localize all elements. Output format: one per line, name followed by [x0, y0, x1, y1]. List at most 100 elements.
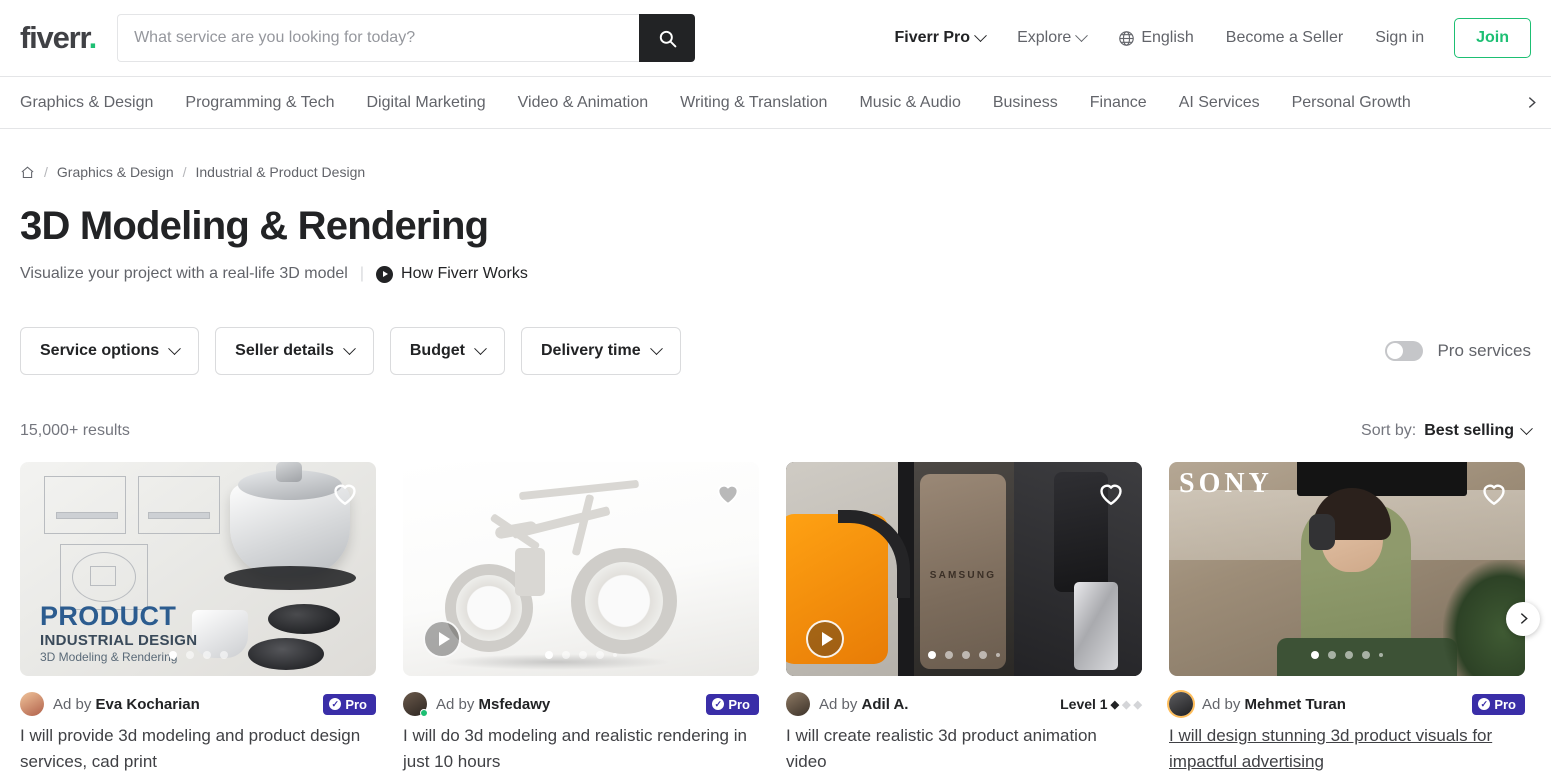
category-video-animation[interactable]: Video & Animation [518, 94, 648, 112]
carousel-dot[interactable] [1362, 651, 1370, 659]
search-button[interactable] [639, 14, 696, 62]
carousel-dot[interactable] [613, 653, 617, 657]
overlay-line-2: INDUSTRIAL DESIGN [40, 631, 198, 649]
product-render [224, 566, 356, 590]
carousel-dots [786, 651, 1142, 659]
gig-title[interactable]: I will design stunning 3d product visual… [1169, 723, 1525, 776]
filter-budget[interactable]: Budget [389, 327, 505, 375]
category-ai-services[interactable]: AI Services [1179, 94, 1260, 112]
badge-label: Pro [345, 696, 367, 712]
product-render [515, 548, 545, 596]
ad-by-prefix: Ad by [53, 695, 92, 713]
carousel-dot[interactable] [1345, 651, 1353, 659]
breadcrumb: / Graphics & Design / Industrial & Produ… [20, 164, 1531, 180]
carousel-dot[interactable] [979, 651, 987, 659]
category-writing-translation[interactable]: Writing & Translation [680, 94, 827, 112]
site-header: fiverr. Fiverr Pro Explore [0, 0, 1551, 76]
product-render [1309, 514, 1335, 550]
carousel-dot[interactable] [1311, 651, 1319, 659]
ad-by-prefix: Ad by [1202, 695, 1241, 713]
favorite-heart-icon[interactable] [330, 478, 360, 508]
ad-by-prefix: Ad by [819, 695, 858, 713]
blueprint-shape [148, 512, 210, 519]
favorite-heart-icon[interactable] [1479, 478, 1509, 508]
category-personal-growth[interactable]: Personal Growth [1292, 94, 1411, 112]
filter-label-service-options: Service options [40, 342, 160, 359]
sort-by-dropdown[interactable]: Sort by: Best selling [1361, 421, 1533, 440]
filter-label-delivery-time: Delivery time [540, 342, 641, 359]
category-graphics-design[interactable]: Graphics & Design [20, 94, 153, 112]
favorite-heart-icon[interactable] [1096, 478, 1126, 508]
product-render [571, 548, 677, 654]
overlay-line-1: PRODUCT [40, 601, 177, 632]
gig-card: SAMSUNG Ad by Adil A. Level 1 ◆ ◆ ◆ I wi… [786, 462, 1142, 776]
category-business[interactable]: Business [993, 94, 1058, 112]
carousel-dot[interactable] [962, 651, 970, 659]
breadcrumb-separator: / [182, 164, 187, 180]
gig-image[interactable]: SONY [1169, 462, 1525, 676]
breadcrumb-item-industrial-product-design[interactable]: Industrial & Product Design [196, 164, 366, 180]
nav-item-language[interactable]: English [1102, 29, 1209, 47]
pro-services-toggle[interactable]: Pro services [1385, 341, 1531, 361]
nav-item-sign-in[interactable]: Sign in [1359, 29, 1440, 47]
category-programming-tech[interactable]: Programming & Tech [185, 94, 334, 112]
avatar[interactable] [20, 692, 44, 716]
home-icon[interactable] [20, 165, 35, 180]
carousel-dot[interactable] [185, 651, 194, 659]
carousel-dot[interactable] [596, 651, 604, 659]
gig-image[interactable]: PRODUCT INDUSTRIAL DESIGN 3D Modeling & … [20, 462, 376, 676]
product-render [1297, 462, 1467, 496]
nav-item-become-a-seller[interactable]: Become a Seller [1210, 29, 1359, 47]
gig-title[interactable]: I will provide 3d modeling and product d… [20, 723, 376, 776]
carousel-dot[interactable] [202, 651, 211, 659]
carousel-dot[interactable] [996, 653, 1000, 657]
favorite-heart-icon[interactable] [713, 478, 743, 508]
gig-image[interactable] [403, 462, 759, 676]
category-digital-marketing[interactable]: Digital Marketing [367, 94, 486, 112]
nav-item-fiverr-pro[interactable]: Fiverr Pro [878, 28, 1001, 47]
category-finance[interactable]: Finance [1090, 94, 1147, 112]
category-next-icon[interactable] [1521, 93, 1541, 113]
globe-icon [1119, 30, 1135, 46]
carousel-dot[interactable] [562, 651, 570, 659]
carousel-dot[interactable] [1328, 651, 1336, 659]
sort-by-label: Sort by: [1361, 422, 1417, 439]
filter-delivery-time[interactable]: Delivery time [520, 327, 681, 375]
main-content: / Graphics & Design / Industrial & Produ… [0, 164, 1551, 776]
carousel-dot[interactable] [579, 651, 587, 659]
toggle-knob [1387, 343, 1404, 359]
carousel-dot[interactable] [945, 651, 953, 659]
filter-service-options[interactable]: Service options [20, 327, 200, 375]
carousel-next-button[interactable] [1506, 601, 1540, 636]
avatar[interactable] [1169, 692, 1193, 716]
gig-title[interactable]: I will create realistic 3d product anima… [786, 723, 1142, 776]
nav-label-explore: Explore [1017, 29, 1072, 46]
gig-image[interactable]: SAMSUNG [786, 462, 1142, 676]
breadcrumb-item-graphics-design[interactable]: Graphics & Design [57, 164, 174, 180]
avatar[interactable] [786, 692, 810, 716]
online-status-indicator [420, 709, 428, 717]
fiverr-logo[interactable]: fiverr. [20, 20, 97, 56]
gig-card: SONY Ad by Mehmet Turan ✓ Pro I will des… [1169, 462, 1540, 776]
gig-card-list: PRODUCT INDUSTRIAL DESIGN 3D Modeling & … [20, 462, 1540, 776]
nav-label-sign-in: Sign in [1375, 29, 1425, 46]
search-input[interactable] [117, 14, 640, 62]
category-music-audio[interactable]: Music & Audio [859, 94, 960, 112]
filter-label-budget: Budget [409, 342, 465, 359]
carousel-dot[interactable] [219, 651, 228, 659]
carousel-dot[interactable] [1379, 653, 1383, 657]
ad-by-prefix: Ad by [436, 695, 475, 713]
carousel-dots [20, 651, 376, 659]
results-count: 15,000+ results [20, 422, 130, 439]
carousel-dot[interactable] [928, 651, 936, 659]
nav-item-explore[interactable]: Explore [1001, 28, 1102, 47]
carousel-dot[interactable] [545, 651, 553, 659]
page-subtitle-row: Visualize your project with a real-life … [20, 265, 1531, 283]
join-button[interactable]: Join [1454, 18, 1531, 58]
carousel-dot[interactable] [168, 651, 177, 659]
gig-info: Ad by Adil A. Level 1 ◆ ◆ ◆ I will creat… [786, 692, 1142, 776]
gig-title[interactable]: I will do 3d modeling and realistic rend… [403, 723, 759, 776]
avatar[interactable] [403, 692, 428, 717]
how-fiverr-works-link[interactable]: How Fiverr Works [376, 265, 528, 283]
filter-seller-details[interactable]: Seller details [215, 327, 374, 375]
